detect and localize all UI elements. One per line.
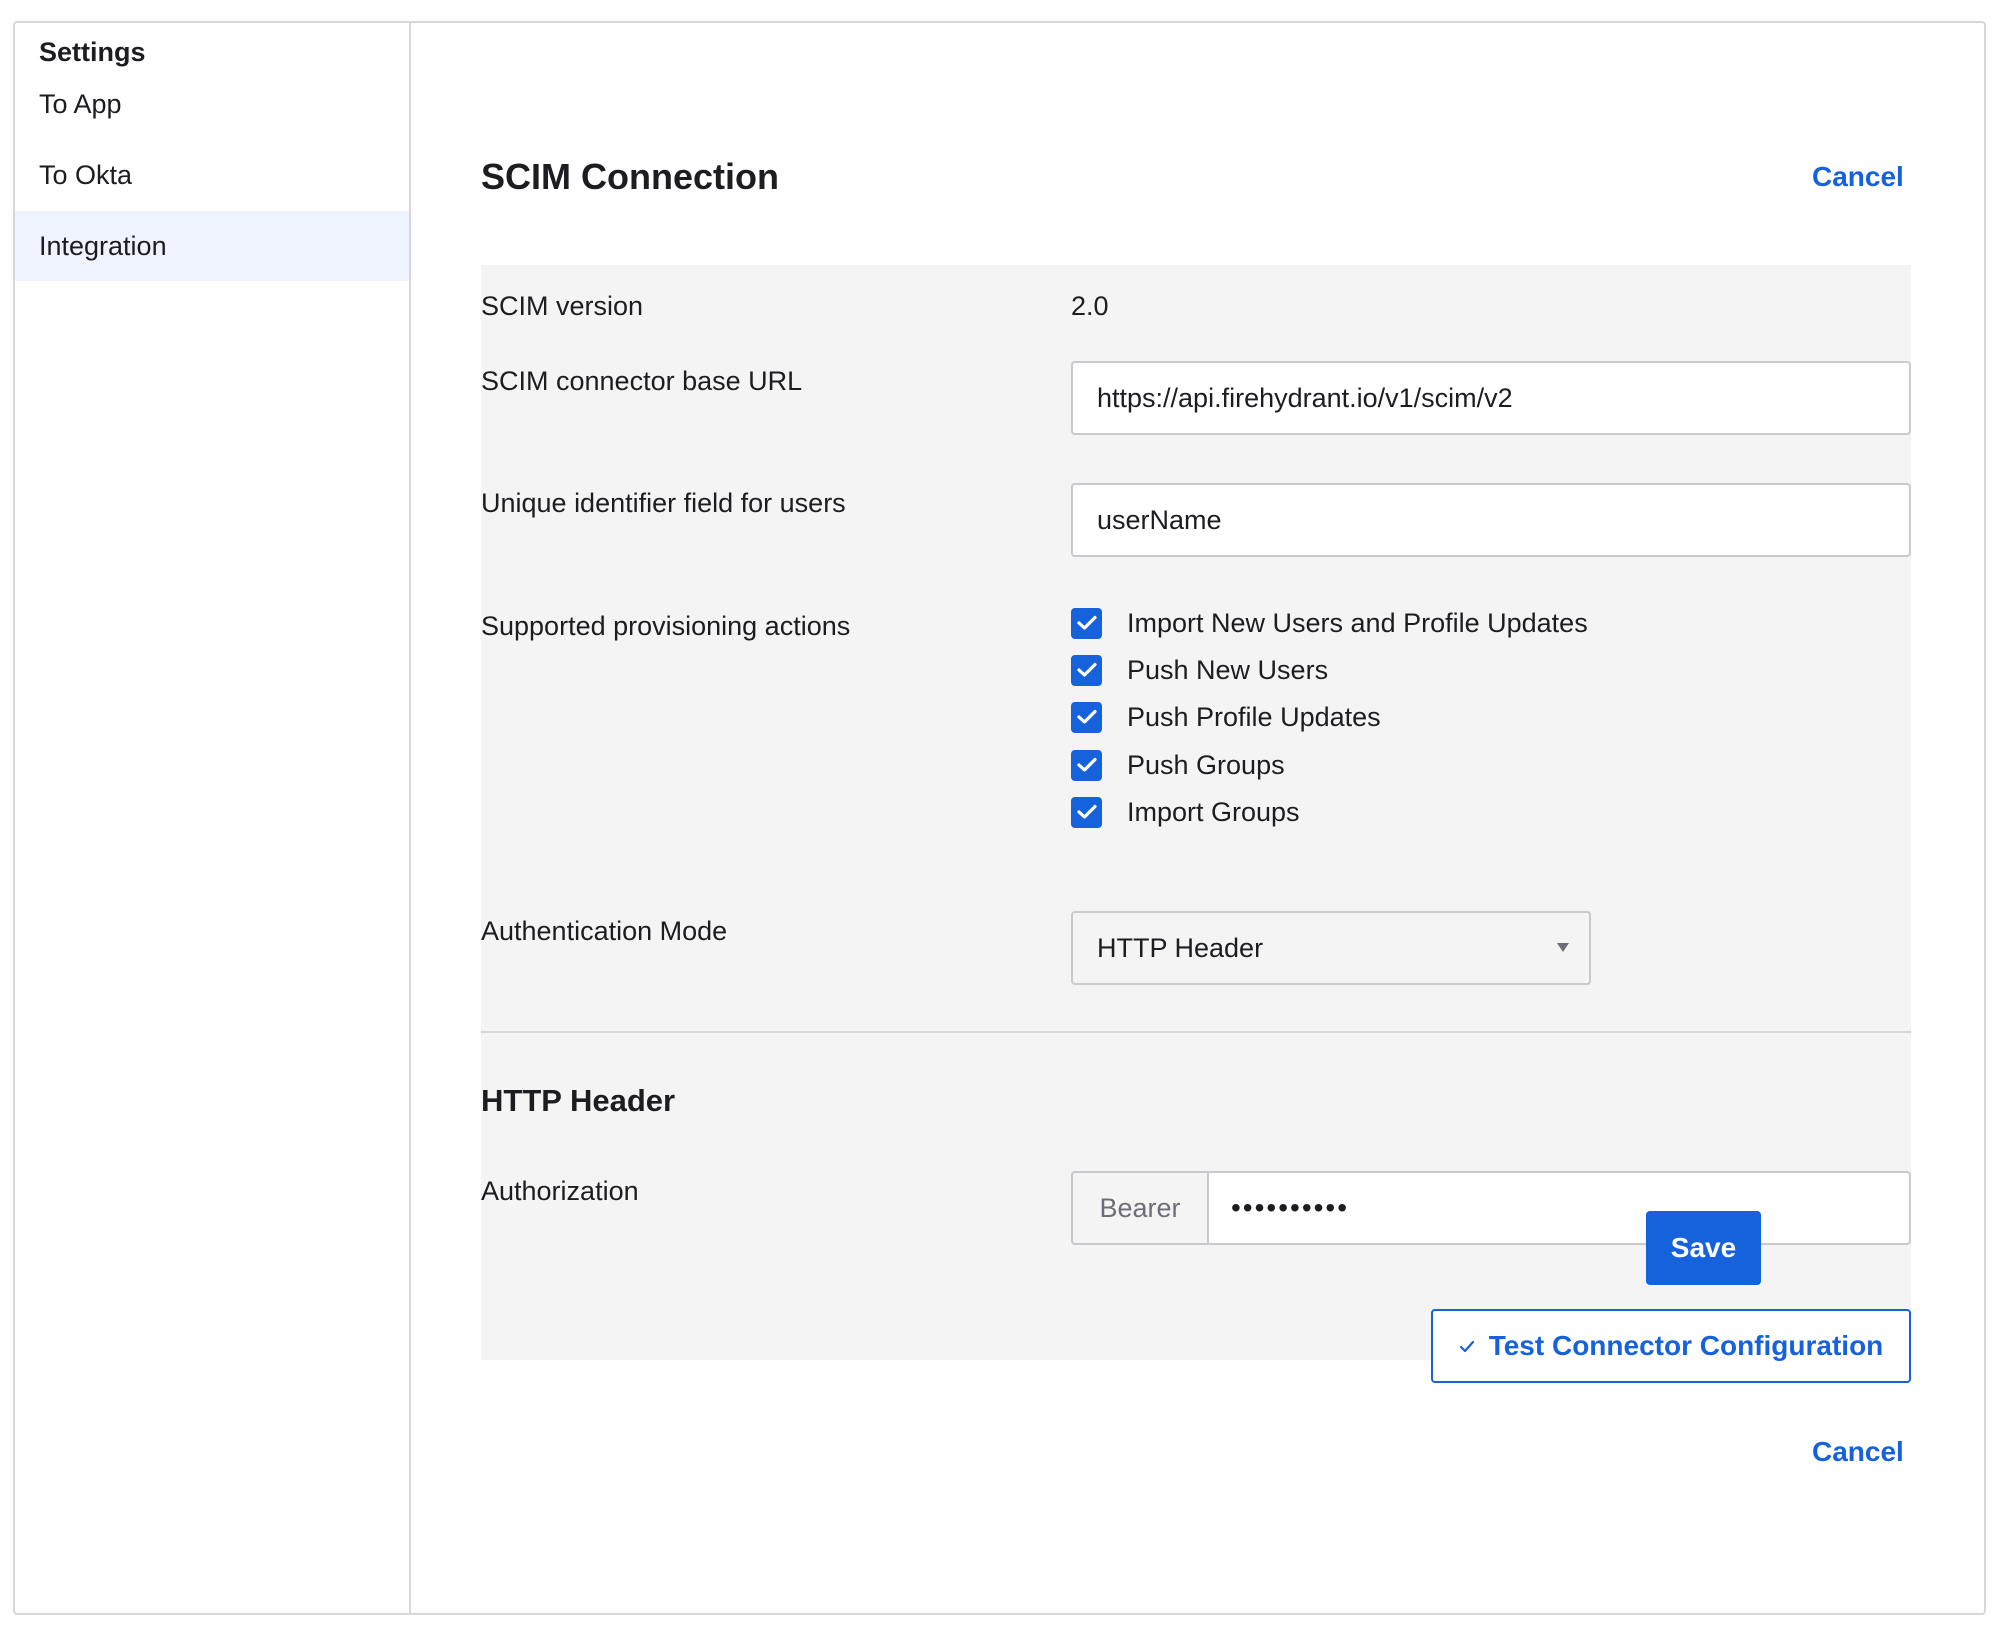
authorization-token-input[interactable]: ••••••••••: [1207, 1171, 1911, 1245]
checkmark-icon: [1076, 804, 1097, 819]
sidebar: Settings To App To Okta Integration: [15, 23, 411, 1613]
base-url-input[interactable]: https://api.firehydrant.io/v1/scim/v2: [1071, 361, 1911, 435]
unique-id-input[interactable]: userName: [1071, 483, 1911, 557]
save-button[interactable]: Save: [1646, 1211, 1761, 1285]
authorization-field: Bearer ••••••••••: [1071, 1171, 1911, 1245]
checkbox-label: Push Groups: [1127, 749, 1285, 780]
checkbox-checked[interactable]: [1071, 654, 1102, 686]
cancel-link-bottom[interactable]: Cancel: [1812, 1436, 1904, 1468]
unique-id-label: Unique identifier field for users: [481, 488, 846, 518]
auth-mode-label: Authentication Mode: [481, 916, 728, 946]
http-header-title: HTTP Header: [481, 1083, 676, 1118]
checkbox-push-groups[interactable]: Push Groups: [1071, 747, 1285, 783]
chevron-down-icon: [1557, 943, 1569, 952]
checkbox-checked[interactable]: [1071, 607, 1102, 639]
checkmark-icon: [1459, 1340, 1475, 1353]
scim-form-panel: SCIM version 2.0 SCIM connector base URL…: [481, 265, 1911, 1383]
bearer-prefix: Bearer: [1071, 1171, 1207, 1245]
auth-mode-select[interactable]: HTTP Header: [1071, 911, 1591, 985]
provisioning-actions-label: Supported provisioning actions: [481, 611, 851, 641]
page-title: SCIM Connection: [481, 156, 779, 197]
sidebar-item-to-app[interactable]: To App: [15, 69, 409, 139]
checkbox-import-users[interactable]: Import New Users and Profile Updates: [1071, 605, 1588, 641]
settings-frame: Settings To App To Okta Integration SCIM…: [13, 21, 1986, 1615]
test-connector-label: Test Connector Configuration: [1488, 1330, 1884, 1361]
checkbox-checked[interactable]: [1071, 749, 1102, 781]
sidebar-item-label: Integration: [39, 230, 167, 261]
checkmark-icon: [1076, 709, 1097, 724]
scim-version-label: SCIM version: [481, 291, 644, 321]
auth-mode-selected-value: HTTP Header: [1097, 932, 1264, 963]
sidebar-item-label: To App: [39, 88, 122, 119]
checkbox-push-new-users[interactable]: Push New Users: [1071, 652, 1328, 688]
checkbox-label: Push New Users: [1127, 654, 1329, 685]
checkbox-push-profile-updates[interactable]: Push Profile Updates: [1071, 699, 1381, 735]
scim-version-value: 2.0: [1071, 291, 1109, 321]
checkbox-label: Push Profile Updates: [1127, 701, 1381, 732]
section-divider: [481, 1031, 1911, 1033]
checkbox-checked[interactable]: [1071, 796, 1102, 828]
authorization-label: Authorization: [481, 1176, 639, 1206]
cancel-link-top[interactable]: Cancel: [1812, 161, 1904, 193]
sidebar-item-integration[interactable]: Integration: [15, 211, 409, 281]
base-url-label: SCIM connector base URL: [481, 366, 803, 396]
checkbox-import-groups[interactable]: Import Groups: [1071, 794, 1300, 830]
sidebar-heading: Settings: [39, 37, 146, 67]
checkbox-label: Import Groups: [1127, 796, 1300, 827]
sidebar-item-label: To Okta: [39, 159, 133, 190]
test-connector-button[interactable]: Test Connector Configuration: [1431, 1309, 1911, 1383]
checkbox-checked[interactable]: [1071, 701, 1102, 733]
checkbox-label: Import New Users and Profile Updates: [1127, 607, 1588, 638]
checkmark-icon: [1076, 757, 1097, 772]
checkmark-icon: [1076, 662, 1097, 677]
main-content: SCIM Connection Cancel SCIM version 2.0 …: [411, 23, 1984, 1613]
sidebar-item-to-okta[interactable]: To Okta: [15, 140, 409, 210]
checkmark-icon: [1076, 615, 1097, 630]
